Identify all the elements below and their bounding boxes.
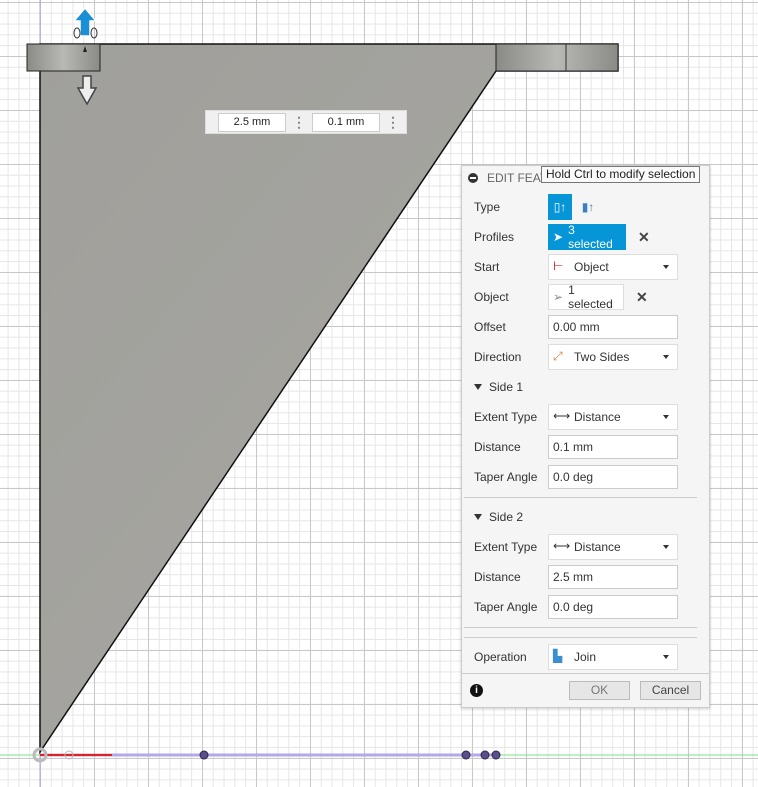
collapse-triangle-icon xyxy=(474,384,482,390)
profiles-row: Profiles ➤ 3 selected ✕ xyxy=(474,223,704,251)
side2-extent-row: Extent Type ⟷ Distance xyxy=(474,534,704,560)
distance-label: Distance xyxy=(474,570,521,584)
sketch-point[interactable] xyxy=(199,750,209,760)
offset-label: Offset xyxy=(474,320,506,334)
side1-distance-field[interactable]: 0.1 mm xyxy=(548,435,678,459)
tooltip: Hold Ctrl to modify selection xyxy=(541,166,701,183)
clear-profiles-icon[interactable]: ✕ xyxy=(638,229,650,246)
start-row: Start ⊢ Object xyxy=(474,254,704,280)
cursor-icon: ➢ xyxy=(553,290,564,304)
cancel-button[interactable]: Cancel xyxy=(640,681,701,700)
side2-distance-field[interactable]: 2.5 mm xyxy=(548,565,678,589)
object-row: Object ➢ 1 selected ✕ xyxy=(474,283,704,311)
collapse-icon[interactable] xyxy=(468,173,478,183)
operation-row: Operation ▙ Join xyxy=(474,644,704,670)
ok-button[interactable]: OK xyxy=(569,681,630,700)
direction-row: Direction ⤢ Two Sides xyxy=(474,344,704,370)
object-selection-button[interactable]: ➢ 1 selected xyxy=(548,283,624,311)
side2-extent-value: Distance xyxy=(574,540,621,554)
side1-taper-row: Taper Angle 0.0 deg xyxy=(474,464,704,490)
cursor-icon: ➤ xyxy=(553,230,564,244)
sketch-point[interactable] xyxy=(491,750,501,760)
side2-distance-row: Distance 2.5 mm xyxy=(474,564,704,590)
taper-angle-label: Taper Angle xyxy=(474,470,538,484)
extrude-type-icon[interactable]: ▯↑ xyxy=(548,194,572,220)
side2-title: Side 2 xyxy=(489,510,524,524)
start-label: Start xyxy=(474,260,500,274)
type-label: Type xyxy=(474,200,501,214)
sketch-point[interactable] xyxy=(480,750,490,760)
chevron-down-icon xyxy=(663,545,669,549)
type-row: Type ▯↑ ▮↑ xyxy=(474,194,704,220)
distance-label: Distance xyxy=(474,440,521,454)
info-icon[interactable]: i xyxy=(470,684,483,697)
side1-taper-field[interactable]: 0.0 deg xyxy=(548,465,678,489)
more-options-icon[interactable]: ⋮ xyxy=(380,115,406,129)
dimension-input-bar: 2.5 mm ⋮ 0.1 mm ⋮ xyxy=(205,110,407,134)
more-options-icon[interactable]: ⋮ xyxy=(286,115,312,129)
offset-input[interactable]: 0.00 mm xyxy=(548,315,678,339)
side1-extent-row: Extent Type ⟷ Distance xyxy=(474,404,704,430)
divider xyxy=(462,673,709,674)
thin-extrude-type-icon[interactable]: ▮↑ xyxy=(576,194,600,220)
join-icon: ▙ xyxy=(553,649,563,663)
distance-icon: ⟷ xyxy=(553,539,571,553)
distance-icon: ⟷ xyxy=(553,409,571,423)
side1-distance-row: Distance 0.1 mm xyxy=(474,434,704,460)
collapse-triangle-icon xyxy=(474,514,482,520)
direction-value: Two Sides xyxy=(574,350,630,364)
direction-dropdown[interactable]: ⤢ Two Sides xyxy=(548,344,678,370)
extent-type-label: Extent Type xyxy=(474,540,538,554)
chevron-down-icon xyxy=(663,355,669,359)
start-object-icon: ⊢ xyxy=(553,259,564,273)
side2-taper-field[interactable]: 0.0 deg xyxy=(548,595,678,619)
divider xyxy=(464,627,697,628)
divider xyxy=(464,497,697,498)
dialog-title: EDIT FEAT xyxy=(487,171,548,185)
start-dropdown[interactable]: ⊢ Object xyxy=(548,254,678,280)
edit-feature-dialog: EDIT FEAT Type ▯↑ ▮↑ Profiles ➤ 3 selecte… xyxy=(461,165,710,708)
clear-object-icon[interactable]: ✕ xyxy=(636,289,648,306)
side2-distance-input[interactable]: 2.5 mm xyxy=(218,112,286,132)
side1-distance-input[interactable]: 0.1 mm xyxy=(312,112,380,132)
side1-section-toggle[interactable]: Side 1 xyxy=(474,380,523,394)
side2-section-toggle[interactable]: Side 2 xyxy=(474,510,523,524)
sketch-point[interactable] xyxy=(461,750,471,760)
object-value: 1 selected xyxy=(568,283,613,311)
chevron-down-icon xyxy=(663,415,669,419)
divider xyxy=(464,637,697,638)
offset-row: Offset 0.00 mm xyxy=(474,314,704,340)
extent-type-label: Extent Type xyxy=(474,410,538,424)
two-sides-icon: ⤢ xyxy=(553,349,563,363)
object-label: Object xyxy=(474,290,509,304)
operation-label: Operation xyxy=(474,650,527,664)
start-value: Object xyxy=(574,260,609,274)
side2-taper-row: Taper Angle 0.0 deg xyxy=(474,594,704,620)
taper-angle-label: Taper Angle xyxy=(474,600,538,614)
profiles-value: 3 selected xyxy=(568,223,613,251)
operation-dropdown[interactable]: ▙ Join xyxy=(548,644,678,670)
side1-title: Side 1 xyxy=(489,380,524,394)
side2-extent-dropdown[interactable]: ⟷ Distance xyxy=(548,534,678,560)
side1-extent-dropdown[interactable]: ⟷ Distance xyxy=(548,404,678,430)
right-ledge-face[interactable] xyxy=(495,43,619,72)
direction-label: Direction xyxy=(474,350,522,364)
side1-extent-value: Distance xyxy=(574,410,621,424)
operation-value: Join xyxy=(574,650,597,664)
left-ledge-face[interactable] xyxy=(26,43,101,72)
profiles-label: Profiles xyxy=(474,230,515,244)
chevron-down-icon xyxy=(663,655,669,659)
profiles-selection-button[interactable]: ➤ 3 selected xyxy=(548,223,626,251)
chevron-down-icon xyxy=(663,265,669,269)
